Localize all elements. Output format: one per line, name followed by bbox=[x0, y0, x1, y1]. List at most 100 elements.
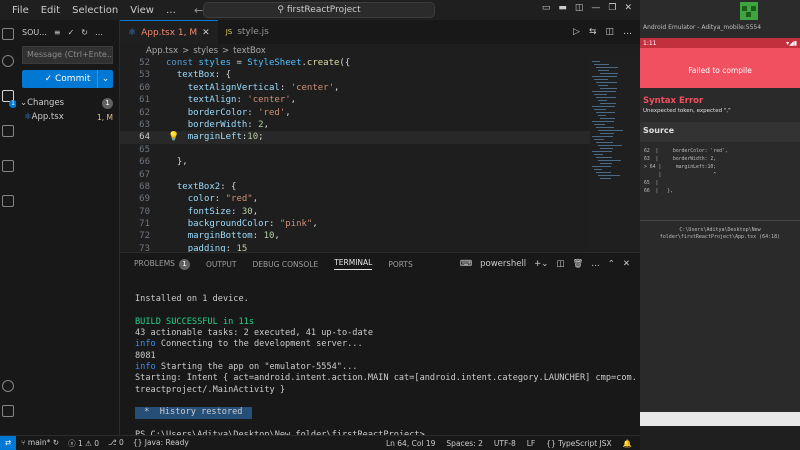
tab-output[interactable]: OUTPUT bbox=[206, 260, 237, 269]
refresh-icon[interactable]: ↻ bbox=[81, 28, 88, 37]
menu-selection[interactable]: Selection bbox=[66, 5, 124, 16]
tab-style-js[interactable]: JS style.js bbox=[218, 20, 277, 44]
terminal-line: * History restored bbox=[135, 407, 640, 419]
gear-icon[interactable] bbox=[2, 405, 14, 417]
commit-dropdown-icon[interactable]: ⌄ bbox=[97, 70, 113, 88]
changed-file-item[interactable]: ⚛ App.tsx 1, M bbox=[16, 110, 119, 124]
tab-debug-console[interactable]: DEBUG CONSOLE bbox=[253, 260, 319, 269]
minimap[interactable] bbox=[590, 57, 640, 252]
breadcrumb-file[interactable]: App.tsx bbox=[146, 46, 178, 56]
terminal-output[interactable]: Installed on 1 device. BUILD SUCCESSFUL i… bbox=[120, 275, 640, 441]
emulator-footer bbox=[640, 426, 800, 450]
line-ending[interactable]: LF bbox=[527, 439, 536, 448]
minimap-line bbox=[598, 130, 623, 131]
commit-button[interactable]: ✓ Commit ⌄ bbox=[22, 70, 113, 88]
run-debug-icon[interactable] bbox=[2, 125, 14, 137]
bell-icon[interactable]: 🔔 bbox=[623, 439, 632, 448]
ports-indicator[interactable]: ⎇ 0 bbox=[108, 438, 124, 449]
commit-message-input[interactable]: Message (Ctrl+Ente... bbox=[22, 46, 113, 64]
code-line[interactable]: 65 bbox=[120, 144, 590, 156]
new-terminal-icon[interactable]: +⌄ bbox=[534, 259, 548, 269]
problems-indicator[interactable]: ⓧ 1 ⚠ 0 bbox=[68, 438, 99, 449]
run-icon[interactable]: ▷ bbox=[573, 27, 580, 37]
layout-icon[interactable]: ▭ bbox=[542, 3, 551, 13]
account-icon[interactable] bbox=[2, 380, 14, 392]
command-center-search[interactable]: ⚲ firstReactProject bbox=[203, 2, 435, 18]
code-line[interactable]: 67 bbox=[120, 169, 590, 181]
cursor-position[interactable]: Ln 64, Col 19 bbox=[386, 439, 435, 448]
remote-icon[interactable]: ⇄ bbox=[0, 436, 16, 450]
line-number: 52 bbox=[139, 58, 150, 68]
menu-file[interactable]: File bbox=[6, 5, 35, 16]
back-arrow-icon[interactable]: ← bbox=[194, 4, 203, 17]
split-editor-icon[interactable]: ◫ bbox=[605, 27, 614, 37]
code-line[interactable]: 68 textBox2: { bbox=[120, 181, 590, 193]
tab-problems[interactable]: PROBLEMS 1 bbox=[134, 258, 190, 270]
line-text: padding: 15 bbox=[187, 243, 248, 252]
close-tab-icon[interactable]: ✕ bbox=[202, 28, 210, 38]
breadcrumb-styles[interactable]: styles bbox=[193, 46, 218, 56]
code-line[interactable]: 72 marginBottom: 10, bbox=[120, 230, 590, 242]
code-line[interactable]: 71 backgroundColor: "pink", bbox=[120, 218, 590, 230]
line-number: 53 bbox=[139, 70, 150, 81]
language-mode[interactable]: {} TypeScript JSX bbox=[546, 439, 611, 448]
tab-terminal[interactable]: TERMINAL bbox=[334, 258, 373, 270]
breadcrumb-textbox[interactable]: textBox bbox=[233, 46, 266, 56]
commit-check-icon: ✓ bbox=[44, 74, 56, 84]
compare-icon[interactable]: ⇆ bbox=[589, 27, 597, 37]
syntax-error-title: Syntax Error bbox=[643, 96, 704, 106]
code-line[interactable]: 64 💡 marginLeft:10; bbox=[120, 131, 590, 144]
minimize-button[interactable]: — bbox=[591, 3, 600, 13]
code-line[interactable]: 61 textAlign: 'center', bbox=[120, 94, 590, 106]
tab-app-tsx[interactable]: ⚛ App.tsx 1, M ✕ bbox=[120, 20, 218, 44]
encoding[interactable]: UTF-8 bbox=[494, 439, 516, 448]
split-terminal-icon[interactable]: ◫ bbox=[556, 259, 564, 269]
menu-view[interactable]: View bbox=[124, 5, 160, 16]
code-line[interactable]: 53 textBox: { bbox=[120, 69, 590, 81]
phone-screen[interactable]: 1:11 ▾◢▮ Failed to compile Syntax Error … bbox=[640, 38, 800, 412]
chevron-up-icon[interactable]: ⌃ bbox=[608, 259, 615, 269]
menu-edit[interactable]: Edit bbox=[35, 5, 66, 16]
panel-tabs: PROBLEMS 1 OUTPUT DEBUG CONSOLE TERMINAL … bbox=[120, 253, 640, 275]
code-line[interactable]: 62 borderColor: 'red', bbox=[120, 107, 590, 119]
code-line[interactable]: 60 textAlignVertical: 'center', bbox=[120, 82, 590, 94]
shell-name[interactable]: powershell bbox=[480, 259, 526, 269]
search-view-icon[interactable] bbox=[2, 55, 14, 67]
more-actions-icon[interactable]: … bbox=[623, 27, 632, 37]
branch-indicator[interactable]: ⑂ main* ↻ bbox=[21, 438, 59, 449]
menu-lines-icon[interactable]: ≡ bbox=[54, 28, 61, 37]
extensions-icon[interactable] bbox=[2, 160, 14, 172]
code-line[interactable]: 69 color: "red", bbox=[120, 193, 590, 205]
code-line[interactable]: 63 borderWidth: 2, bbox=[120, 119, 590, 131]
line-number: 62 bbox=[139, 107, 150, 118]
restore-button[interactable]: ❐ bbox=[608, 3, 616, 13]
commit-label: Commit bbox=[55, 74, 91, 84]
indentation[interactable]: Spaces: 2 bbox=[446, 439, 482, 448]
remote-explorer-icon[interactable] bbox=[2, 195, 14, 207]
error-file-path[interactable]: C:\Users\Aditya\Desktop\New folder\first… bbox=[640, 220, 800, 241]
trash-icon[interactable]: 🗑 bbox=[572, 259, 583, 269]
tab-label: style.js bbox=[237, 27, 269, 37]
split-icon[interactable]: ◫ bbox=[575, 3, 584, 13]
code-line[interactable]: 66 }, bbox=[120, 156, 590, 168]
signal-icon: ▾◢▮ bbox=[786, 39, 797, 47]
code-line[interactable]: 70 fontSize: 30, bbox=[120, 206, 590, 218]
code-line[interactable]: 73 padding: 15 bbox=[120, 243, 590, 252]
more-icon[interactable]: … bbox=[95, 28, 103, 37]
line-text: color: "red", bbox=[187, 194, 259, 205]
java-status[interactable]: {} Java: Ready bbox=[133, 438, 189, 449]
minimap-line bbox=[592, 106, 615, 107]
checkmark-icon[interactable]: ✓ bbox=[68, 28, 75, 37]
phone-nav-bar bbox=[640, 412, 800, 426]
panel-toggle-icon[interactable]: ▬ bbox=[558, 3, 567, 13]
explorer-icon[interactable] bbox=[2, 28, 14, 40]
close-panel-icon[interactable]: ✕ bbox=[623, 259, 630, 269]
code-line[interactable]: 52 const styles = StyleSheet.create({ bbox=[120, 57, 590, 69]
close-button[interactable]: ✕ bbox=[624, 3, 632, 13]
changes-group[interactable]: ⌄ Changes 1 bbox=[16, 96, 119, 110]
more-icon[interactable]: … bbox=[591, 259, 600, 269]
tab-ports[interactable]: PORTS bbox=[388, 260, 412, 269]
more-menu-icon[interactable]: … bbox=[160, 5, 182, 16]
terminal-line: BUILD SUCCESSFUL in 11s bbox=[135, 316, 254, 327]
code-editor[interactable]: 52 const styles = StyleSheet.create({53 t… bbox=[120, 57, 590, 252]
